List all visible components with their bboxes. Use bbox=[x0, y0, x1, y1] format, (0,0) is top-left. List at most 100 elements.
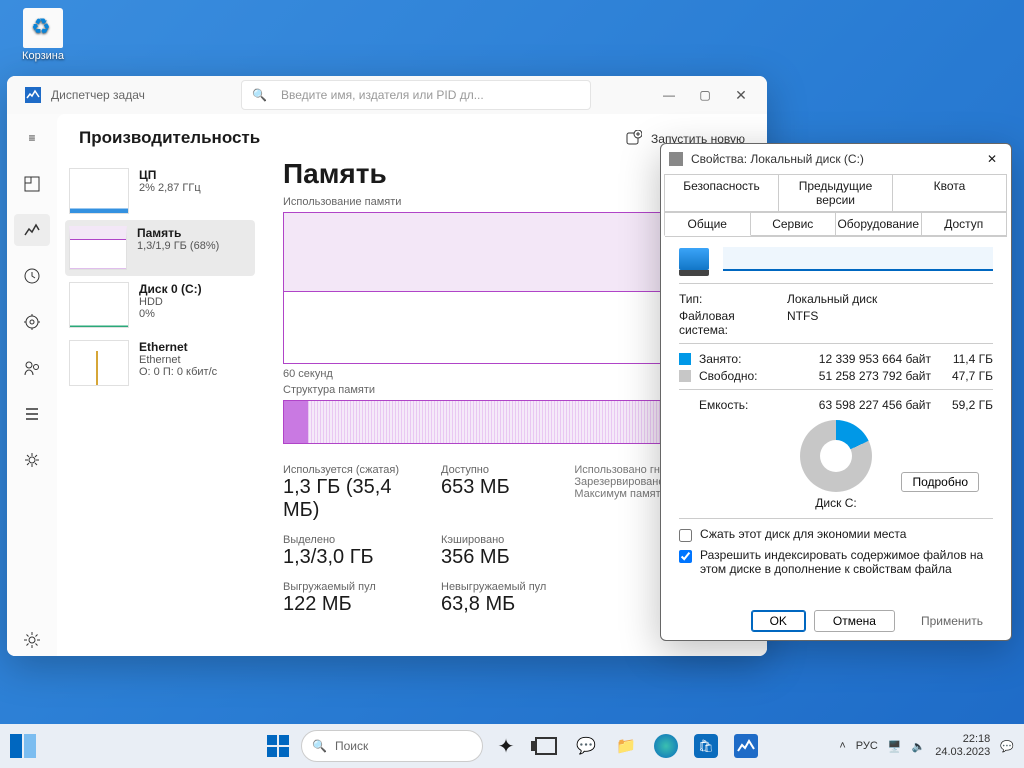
drive-icon bbox=[669, 152, 683, 166]
properties-general-panel: Тип:Локальный диск Файловая система:NTFS… bbox=[665, 236, 1007, 602]
disk-usage-pie bbox=[800, 420, 872, 492]
settings-nav[interactable] bbox=[14, 624, 50, 656]
recycle-bin-label: Корзина bbox=[18, 50, 68, 62]
processes-icon bbox=[23, 175, 41, 193]
tabs-row-top: Безопасность Предыдущие версии Квота bbox=[661, 174, 1011, 212]
store-button[interactable]: 🛍 bbox=[689, 729, 723, 763]
edge-button[interactable] bbox=[649, 729, 683, 763]
users-icon bbox=[23, 359, 41, 377]
copilot-icon: ✦ bbox=[498, 734, 515, 759]
notifications-button[interactable]: 💬 bbox=[1000, 740, 1014, 753]
taskbar: 🔍Поиск ✦ 💬 📁 🛍 ˄ РУС 🖥️ 🔈 22:18 24.03.20… bbox=[0, 724, 1024, 768]
widgets-button[interactable] bbox=[0, 724, 46, 768]
search-box[interactable]: 🔍 Введите имя, издателя или PID дл... bbox=[241, 80, 591, 110]
gear-icon bbox=[23, 631, 41, 649]
tray-overflow[interactable]: ˄ bbox=[839, 740, 845, 752]
close-button[interactable]: ✕ bbox=[981, 152, 1003, 166]
dialog-buttons: OK Отмена Применить bbox=[661, 602, 1011, 640]
disk-thumb bbox=[69, 282, 129, 328]
used-color-swatch bbox=[679, 353, 691, 365]
search-icon: 🔍 bbox=[252, 88, 267, 102]
disk-caption: Диск C: bbox=[679, 496, 993, 510]
sidebar-item-cpu[interactable]: ЦП2% 2,87 ГГц bbox=[65, 162, 255, 220]
performance-icon bbox=[23, 221, 41, 239]
recycle-bin[interactable]: Корзина bbox=[18, 8, 68, 62]
task-view-icon bbox=[535, 737, 557, 755]
tab-quota[interactable]: Квота bbox=[892, 174, 1007, 212]
language-indicator[interactable]: РУС bbox=[856, 740, 878, 752]
system-tray: ˄ РУС 🖥️ 🔈 22:18 24.03.2023 💬 bbox=[839, 733, 1014, 759]
task-manager-icon bbox=[25, 87, 41, 103]
maximize-button[interactable]: ▢ bbox=[687, 88, 723, 102]
services-nav[interactable] bbox=[14, 444, 50, 476]
tab-security[interactable]: Безопасность bbox=[664, 174, 779, 212]
history-icon bbox=[23, 267, 41, 285]
clock[interactable]: 22:18 24.03.2023 bbox=[935, 733, 990, 759]
tab-sharing[interactable]: Доступ bbox=[921, 212, 1008, 236]
free-color-swatch bbox=[679, 370, 691, 382]
taskbar-search[interactable]: 🔍Поиск bbox=[301, 730, 483, 762]
page-title: Производительность bbox=[79, 128, 626, 148]
startup-icon bbox=[23, 313, 41, 331]
copilot-button[interactable]: ✦ bbox=[489, 729, 523, 763]
chat-button[interactable]: 💬 bbox=[569, 729, 603, 763]
details-button[interactable]: Подробно bbox=[901, 472, 979, 492]
tabs-row-bottom: Общие Сервис Оборудование Доступ bbox=[661, 212, 1011, 236]
windows-icon bbox=[267, 735, 289, 757]
hamburger-button[interactable]: ≡ bbox=[14, 122, 50, 154]
minimize-button[interactable]: ― bbox=[651, 88, 687, 102]
edge-icon bbox=[654, 734, 678, 758]
task-manager-titlebar[interactable]: Диспетчер задач 🔍 Введите имя, издателя … bbox=[7, 76, 767, 114]
details-icon bbox=[23, 405, 41, 423]
properties-titlebar[interactable]: Свойства: Локальный диск (C:) ✕ bbox=[661, 144, 1011, 174]
task-manager-taskbar[interactable] bbox=[729, 729, 763, 763]
compress-checkbox[interactable]: Сжать этот диск для экономии места bbox=[679, 527, 993, 542]
apply-button[interactable]: Применить bbox=[903, 610, 1001, 632]
disk-properties-window: Свойства: Локальный диск (C:) ✕ Безопасн… bbox=[660, 143, 1012, 641]
close-icon: ✕ bbox=[735, 87, 747, 103]
window-title: Диспетчер задач bbox=[51, 88, 201, 102]
drive-large-icon bbox=[679, 248, 709, 270]
performance-sidebar: ЦП2% 2,87 ГГц Память1,3/1,9 ГБ (68%) Дис… bbox=[57, 152, 263, 656]
task-view-button[interactable] bbox=[529, 729, 563, 763]
folder-icon: 📁 bbox=[613, 733, 639, 759]
taskbar-center: 🔍Поиск ✦ 💬 📁 🛍 bbox=[261, 729, 763, 763]
processes-nav[interactable] bbox=[14, 168, 50, 200]
details-nav[interactable] bbox=[14, 398, 50, 430]
close-button[interactable]: ✕ bbox=[723, 87, 759, 104]
recycle-bin-icon bbox=[23, 8, 63, 48]
users-nav[interactable] bbox=[14, 352, 50, 384]
ethernet-thumb bbox=[69, 340, 129, 386]
explorer-button[interactable]: 📁 bbox=[609, 729, 643, 763]
chat-icon: 💬 bbox=[573, 733, 599, 759]
cancel-button[interactable]: Отмена bbox=[814, 610, 895, 632]
sidebar-item-disk[interactable]: Диск 0 (C:)HDD0% bbox=[65, 276, 255, 334]
sidebar-item-ethernet[interactable]: EthernetEthernetO: 0 П: 0 кбит/с bbox=[65, 334, 255, 392]
tab-general[interactable]: Общие bbox=[664, 212, 751, 236]
run-task-icon bbox=[626, 130, 642, 146]
sidebar-item-memory[interactable]: Память1,3/1,9 ГБ (68%) bbox=[65, 220, 255, 276]
startup-nav[interactable] bbox=[14, 306, 50, 338]
app-history-nav[interactable] bbox=[14, 260, 50, 292]
close-icon: ✕ bbox=[987, 152, 997, 166]
performance-nav[interactable] bbox=[14, 214, 50, 246]
services-icon bbox=[23, 451, 41, 469]
task-manager-window: Диспетчер задач 🔍 Введите имя, издателя … bbox=[7, 76, 767, 656]
tab-previous-versions[interactable]: Предыдущие версии bbox=[778, 174, 893, 212]
task-manager-icon bbox=[734, 734, 758, 758]
indexing-checkbox[interactable]: Разрешить индексировать содержимое файло… bbox=[679, 548, 993, 576]
volume-icon[interactable]: 🔈 bbox=[912, 740, 926, 753]
start-button[interactable] bbox=[261, 729, 295, 763]
search-icon: 🔍 bbox=[312, 739, 327, 753]
ok-button[interactable]: OK bbox=[751, 610, 806, 632]
tab-hardware[interactable]: Оборудование bbox=[835, 212, 922, 236]
memory-thumb bbox=[69, 226, 127, 270]
network-icon[interactable]: 🖥️ bbox=[888, 740, 902, 753]
drive-label-input[interactable] bbox=[723, 247, 993, 271]
nav-rail: ≡ bbox=[7, 114, 57, 656]
tab-tools[interactable]: Сервис bbox=[750, 212, 837, 236]
properties-title: Свойства: Локальный диск (C:) bbox=[691, 152, 981, 166]
cpu-thumb bbox=[69, 168, 129, 214]
search-placeholder: Введите имя, издателя или PID дл... bbox=[281, 88, 484, 102]
store-icon: 🛍 bbox=[694, 734, 718, 758]
